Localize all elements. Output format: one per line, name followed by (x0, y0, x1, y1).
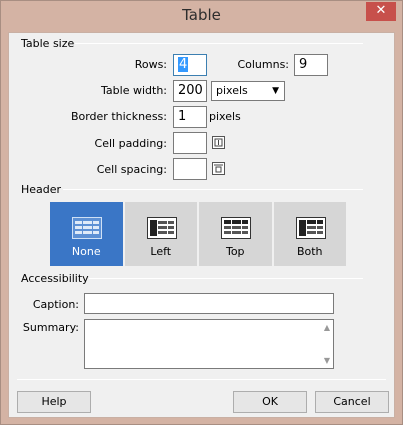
rows-label: Rows: (134, 58, 167, 71)
cell-padding-icon (212, 136, 225, 149)
cell-padding-input[interactable] (173, 132, 207, 154)
caption-label: Caption: (32, 298, 79, 311)
header-options: None Left Top Both (49, 201, 347, 267)
cell-spacing-input[interactable] (173, 158, 207, 180)
header-option-label: Top (225, 245, 245, 258)
header-option-top[interactable]: Top (198, 201, 273, 267)
table-dialog: Table ✕ Table size Rows: 4 Columns: 9 Ta… (0, 0, 403, 425)
dialog-title: Table (182, 6, 221, 24)
table-width-input[interactable]: 200 (173, 80, 207, 102)
help-button[interactable]: Help (17, 391, 91, 413)
cell-spacing-icon (212, 162, 225, 175)
cancel-button[interactable]: Cancel (315, 391, 389, 413)
border-thickness-label: Border thickness: (70, 110, 167, 123)
header-option-label: Left (150, 245, 172, 258)
border-unit-label: pixels (209, 110, 241, 123)
table-both-header-icon (295, 217, 326, 239)
border-thickness-input[interactable]: 1 (173, 106, 207, 128)
divider (17, 379, 386, 380)
table-none-icon (72, 217, 102, 239)
header-option-none[interactable]: None (49, 201, 124, 267)
width-unit-select[interactable]: pixels ▼ (211, 81, 285, 101)
scroll-up-icon[interactable]: ▲ (324, 323, 330, 332)
header-option-label: None (71, 245, 101, 258)
table-width-label: Table width: (101, 84, 167, 97)
scroll-down-icon[interactable]: ▼ (324, 356, 330, 365)
header-option-label: Both (296, 245, 323, 258)
title-bar[interactable]: Table ✕ (1, 1, 402, 31)
header-group-label: Header (21, 183, 62, 196)
close-button[interactable]: ✕ (366, 2, 396, 21)
columns-label: Columns: (237, 58, 289, 71)
ok-button[interactable]: OK (233, 391, 307, 413)
columns-input[interactable]: 9 (294, 54, 328, 76)
header-option-both[interactable]: Both (272, 201, 347, 267)
header-option-left[interactable]: Left (123, 201, 198, 267)
table-left-header-icon (146, 217, 177, 239)
table-top-header-icon (221, 217, 251, 239)
divider (89, 278, 363, 279)
close-icon: ✕ (375, 3, 387, 18)
divider (63, 189, 363, 190)
rows-input[interactable]: 4 (173, 54, 207, 76)
width-unit-value: pixels (216, 84, 248, 97)
caption-input[interactable] (84, 293, 334, 314)
dialog-body: Table size Rows: 4 Columns: 9 Table widt… (8, 32, 395, 418)
divider (75, 43, 363, 44)
chevron-down-icon: ▼ (272, 86, 279, 96)
summary-label: Summary: (22, 321, 79, 334)
table-size-group-label: Table size (21, 37, 75, 50)
summary-textarea[interactable]: ▲ ▼ (84, 319, 334, 369)
cell-padding-label: Cell padding: (94, 137, 167, 150)
accessibility-group-label: Accessibility (21, 272, 89, 285)
cell-spacing-label: Cell spacing: (96, 163, 167, 176)
